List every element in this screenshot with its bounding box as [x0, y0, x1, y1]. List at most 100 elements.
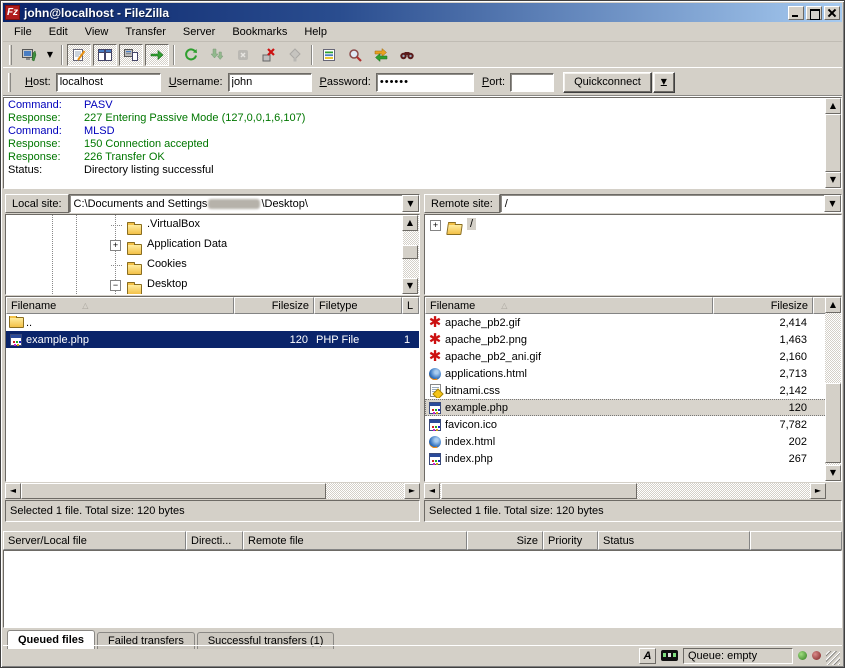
menu-bookmarks[interactable]: Bookmarks [231, 24, 288, 40]
directory-comparison-button[interactable] [343, 44, 367, 66]
queue-list[interactable] [3, 550, 842, 628]
host-input[interactable] [56, 73, 161, 92]
tree-item[interactable]: − Desktop [6, 275, 419, 295]
table-row[interactable]: index.php 267 [425, 450, 841, 467]
folder-icon [127, 284, 142, 295]
expand-icon[interactable]: + [430, 220, 441, 231]
tree-item[interactable]: + / [425, 215, 841, 235]
process-queue-icon [209, 47, 225, 63]
column-header-filename[interactable]: Filename△ [6, 297, 234, 314]
tree-item[interactable]: + Application Data [6, 235, 419, 255]
collapse-icon[interactable]: − [110, 280, 121, 291]
scroll-up-button[interactable]: ▲ [825, 297, 841, 313]
scroll-up-button[interactable]: ▲ [825, 98, 841, 114]
table-row[interactable]: .. [6, 314, 419, 331]
scroll-right-button[interactable]: ► [810, 483, 826, 499]
password-input[interactable] [376, 73, 474, 92]
local-hscrollbar[interactable]: ◄ ► [5, 483, 420, 499]
scrollbar-thumb[interactable] [825, 383, 841, 463]
remote-vscrollbar[interactable]: ▲ ▼ [825, 297, 841, 481]
combo-dropdown-button[interactable]: ▼ [824, 195, 841, 212]
menu-file[interactable]: File [13, 24, 33, 40]
scroll-left-button[interactable]: ◄ [5, 483, 21, 499]
table-row[interactable]: apache_pb2_ani.gif 2,160 [425, 348, 841, 365]
minimize-button[interactable] [788, 6, 804, 20]
table-row[interactable]: applications.html 2,713 [425, 365, 841, 382]
scrollbar-thumb[interactable] [441, 483, 637, 499]
remote-site-combobox[interactable]: / ▼ [500, 194, 842, 213]
synchronized-browsing-icon [373, 47, 389, 63]
resize-grip[interactable] [826, 651, 840, 665]
table-row[interactable]: favicon.ico 7,782 [425, 416, 841, 433]
tree-item-label: .VirtualBox [147, 218, 200, 230]
log-scrollbar[interactable]: ▲ ▼ [825, 98, 841, 188]
username-input[interactable] [228, 73, 312, 92]
scroll-left-button[interactable]: ◄ [424, 483, 440, 499]
column-header-direction[interactable]: Directi... [186, 531, 243, 550]
scroll-right-button[interactable]: ► [404, 483, 420, 499]
disconnect-button[interactable] [257, 44, 281, 66]
table-row[interactable]: example.php 120 PHP File 1 [6, 331, 419, 348]
table-row[interactable]: example.php 120 [425, 399, 841, 416]
tree-item[interactable]: Cookies [6, 255, 419, 275]
scroll-down-button[interactable]: ▼ [402, 278, 418, 294]
combo-dropdown-button[interactable]: ▼ [402, 195, 419, 212]
table-row[interactable]: apache_pb2.gif 2,414 [425, 314, 841, 331]
column-header-priority[interactable]: Priority [543, 531, 598, 550]
close-button[interactable] [824, 6, 840, 20]
tree-item[interactable]: .VirtualBox [6, 215, 419, 235]
column-header-filetype[interactable]: Filetype [314, 297, 402, 314]
column-header-lastmodified[interactable]: L [402, 297, 419, 314]
tree-item-label: Application Data [147, 238, 227, 250]
remote-hscrollbar[interactable]: ◄ ► [424, 483, 826, 499]
column-header-status[interactable]: Status [598, 531, 750, 550]
toggle-message-log-button[interactable] [67, 44, 91, 66]
log-text: 150 Connection accepted [84, 138, 209, 151]
toolbar-separator [311, 45, 313, 65]
scroll-down-button[interactable]: ▼ [825, 465, 841, 481]
column-header-serverlocal[interactable]: Server/Local file [3, 531, 186, 550]
quickconnect-button[interactable]: Quickconnect [563, 72, 652, 93]
menu-edit[interactable]: Edit [48, 24, 69, 40]
remote-tree: + / [424, 214, 842, 295]
menu-view[interactable]: View [84, 24, 110, 40]
toggle-transfer-queue-button[interactable] [145, 44, 169, 66]
toggle-remote-tree-button[interactable] [119, 44, 143, 66]
scrollbar-thumb[interactable] [825, 114, 841, 172]
scroll-up-button[interactable]: ▲ [402, 215, 418, 231]
scroll-down-button[interactable]: ▼ [825, 172, 841, 188]
toolbar-grip[interactable] [9, 45, 12, 65]
process-queue-button[interactable] [205, 44, 229, 66]
table-row[interactable]: index.html 202 [425, 433, 841, 450]
column-header-filesize[interactable]: Filesize [234, 297, 314, 314]
expand-icon[interactable]: + [110, 240, 121, 251]
local-tree-scrollbar[interactable]: ▲ ▼ [403, 215, 419, 294]
reconnect-button[interactable] [283, 44, 307, 66]
refresh-button[interactable] [179, 44, 203, 66]
directory-listing-filters-button[interactable] [317, 44, 341, 66]
column-header-size[interactable]: Size [467, 531, 543, 550]
menu-transfer[interactable]: Transfer [124, 24, 167, 40]
maximize-button[interactable] [806, 6, 822, 20]
column-header-filesize[interactable]: Filesize [713, 297, 813, 314]
reconnect-icon [287, 47, 303, 63]
site-manager-button[interactable] [17, 44, 41, 66]
quickconnect-grip[interactable] [8, 73, 11, 92]
site-manager-dropdown[interactable]: ▼ [43, 44, 57, 66]
toggle-local-tree-button[interactable] [93, 44, 117, 66]
menu-help[interactable]: Help [303, 24, 328, 40]
column-header-remotefile[interactable]: Remote file [243, 531, 467, 550]
cancel-operation-button[interactable] [231, 44, 255, 66]
synchronized-browsing-button[interactable] [369, 44, 393, 66]
find-files-button[interactable] [395, 44, 419, 66]
local-site-combobox[interactable]: C:\Documents and Settings\Desktop\ ▼ [69, 194, 420, 213]
table-row[interactable]: bitnami.css 2,142 [425, 382, 841, 399]
scrollbar-thumb[interactable] [402, 245, 418, 259]
menu-server[interactable]: Server [182, 24, 216, 40]
column-header-filename[interactable]: Filename△ [425, 297, 713, 314]
scrollbar-thumb[interactable] [21, 483, 326, 499]
port-input[interactable] [510, 73, 554, 92]
table-row[interactable]: apache_pb2.png 1,463 [425, 331, 841, 348]
titlebar[interactable]: Fz john@localhost - FileZilla [3, 3, 842, 22]
quickconnect-dropdown[interactable]: ▼ [653, 72, 675, 93]
